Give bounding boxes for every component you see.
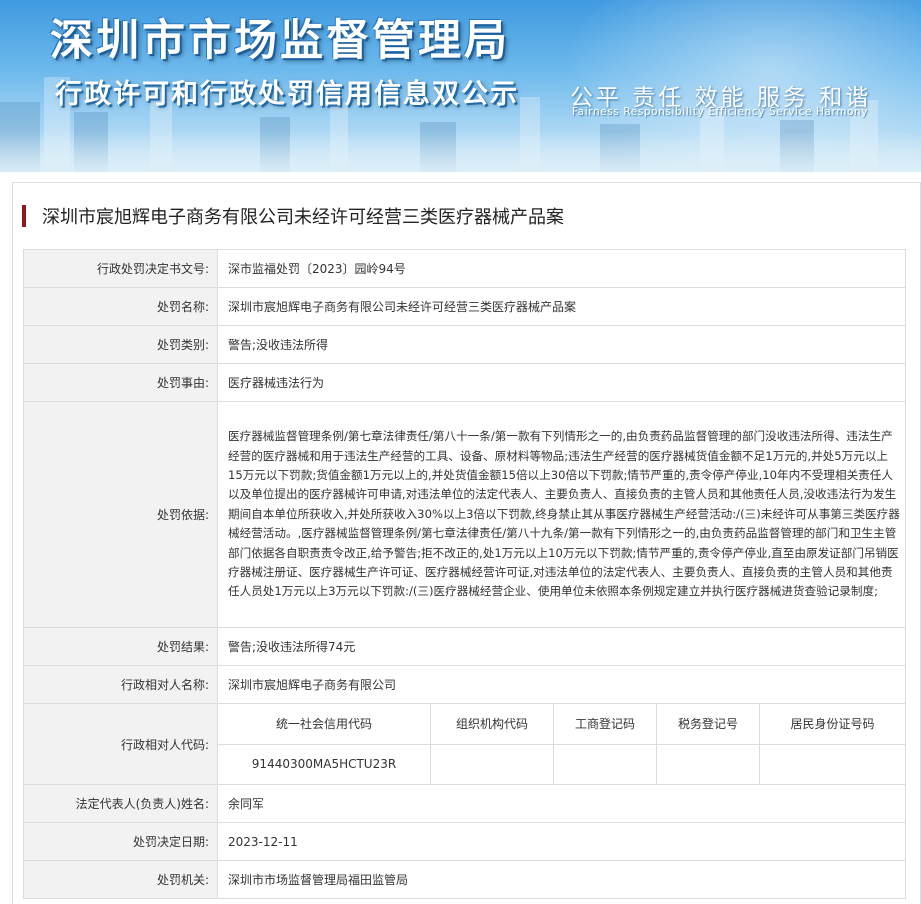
row-penalty-name: 处罚名称: 深圳市宸旭辉电子商务有限公司未经许可经营三类医疗器械产品案	[23, 287, 906, 326]
party-codes-table: 统一社会信用代码 组织机构代码 工商登记码 税务登记号 居民身份证号码 9144…	[218, 704, 905, 784]
label-penalty-basis: 处罚依据:	[23, 401, 218, 628]
title-accent-bar	[22, 205, 26, 227]
row-party-code: 行政相对人代码: 统一社会信用代码 组织机构代码 工商登记码 税务登记号 居民身…	[23, 703, 906, 785]
value-legal-rep: 余同军	[217, 784, 906, 823]
code-header-org: 组织机构代码	[430, 704, 554, 745]
content-panel: 深圳市宸旭辉电子商务有限公司未经许可经营三类医疗器械产品案 行政处罚决定书文号:…	[12, 182, 921, 904]
row-decision-date: 处罚决定日期: 2023-12-11	[23, 822, 906, 861]
code-header-tax: 税务登记号	[656, 704, 760, 745]
row-party-name: 行政相对人名称: 深圳市宸旭辉电子商务有限公司	[23, 665, 906, 704]
code-value-id	[759, 744, 905, 784]
codes-header-row: 统一社会信用代码 组织机构代码 工商登记码 税务登记号 居民身份证号码	[218, 704, 905, 745]
codes-cell: 统一社会信用代码 组织机构代码 工商登记码 税务登记号 居民身份证号码 9144…	[217, 703, 906, 785]
codes-value-row: 91440300MA5HCTU23R	[218, 744, 905, 784]
code-value-org	[430, 744, 554, 784]
label-penalty-reason: 处罚事由:	[23, 363, 218, 402]
case-heading: 深圳市宸旭辉电子商务有限公司未经许可经营三类医疗器械产品案	[22, 203, 902, 229]
code-header-id: 居民身份证号码	[759, 704, 905, 745]
value-penalty-name: 深圳市宸旭辉电子商务有限公司未经许可经营三类医疗器械产品案	[217, 287, 906, 326]
row-penalty-result: 处罚结果: 警告;没收违法所得74元	[23, 627, 906, 666]
label-decision-no: 行政处罚决定书文号:	[23, 249, 218, 288]
header-banner: 深圳市市场监督管理局 行政许可和行政处罚信用信息双公示 公平 责任 效能 服务 …	[0, 0, 921, 172]
label-decision-date: 处罚决定日期:	[23, 822, 218, 861]
site-title: 深圳市市场监督管理局	[50, 16, 510, 66]
label-penalty-type: 处罚类别:	[23, 325, 218, 364]
code-value-credit: 91440300MA5HCTU23R	[251, 757, 397, 772]
value-authority: 深圳市市场监督管理局福田监管局	[217, 860, 906, 899]
value-penalty-reason: 医疗器械违法行为	[217, 363, 906, 402]
label-legal-rep: 法定代表人(负责人)姓名:	[23, 784, 218, 823]
code-header-credit: 统一社会信用代码	[218, 704, 431, 745]
row-penalty-reason: 处罚事由: 医疗器械违法行为	[23, 363, 906, 402]
row-legal-rep: 法定代表人(负责人)姓名: 余同军	[23, 784, 906, 823]
site-motto-en: Fairness Responsibility Efficiency Servi…	[572, 106, 869, 118]
row-decision-no: 行政处罚决定书文号: 深市监福处罚〔2023〕园岭94号	[23, 249, 906, 288]
label-party-name: 行政相对人名称:	[23, 665, 218, 704]
row-authority: 处罚机关: 深圳市市场监督管理局福田监管局	[23, 860, 906, 899]
banner-ground	[0, 132, 921, 172]
value-penalty-type: 警告;没收违法所得	[217, 325, 906, 364]
site-subtitle: 行政许可和行政处罚信用信息双公示	[55, 79, 519, 110]
case-title: 深圳市宸旭辉电子商务有限公司未经许可经营三类医疗器械产品案	[42, 207, 564, 228]
value-decision-date: 2023-12-11	[217, 822, 906, 861]
penalty-info-table: 行政处罚决定书文号: 深市监福处罚〔2023〕园岭94号 处罚名称: 深圳市宸旭…	[23, 249, 906, 899]
label-penalty-result: 处罚结果:	[23, 627, 218, 666]
value-party-name: 深圳市宸旭辉电子商务有限公司	[217, 665, 906, 704]
label-party-code: 行政相对人代码:	[23, 703, 218, 785]
row-penalty-basis: 处罚依据: 医疗器械监督管理条例/第七章法律责任/第八十一条/第一款有下列情形之…	[23, 401, 906, 628]
code-value-business	[553, 744, 657, 784]
code-value-tax	[656, 744, 760, 784]
row-penalty-type: 处罚类别: 警告;没收违法所得	[23, 325, 906, 364]
value-penalty-result: 警告;没收违法所得74元	[217, 627, 906, 666]
value-decision-no: 深市监福处罚〔2023〕园岭94号	[217, 249, 906, 288]
code-header-business: 工商登记码	[553, 704, 657, 745]
label-penalty-name: 处罚名称:	[23, 287, 218, 326]
label-authority: 处罚机关:	[23, 860, 218, 899]
value-penalty-basis: 医疗器械监督管理条例/第七章法律责任/第八十一条/第一款有下列情形之一的,由负责…	[217, 401, 906, 628]
